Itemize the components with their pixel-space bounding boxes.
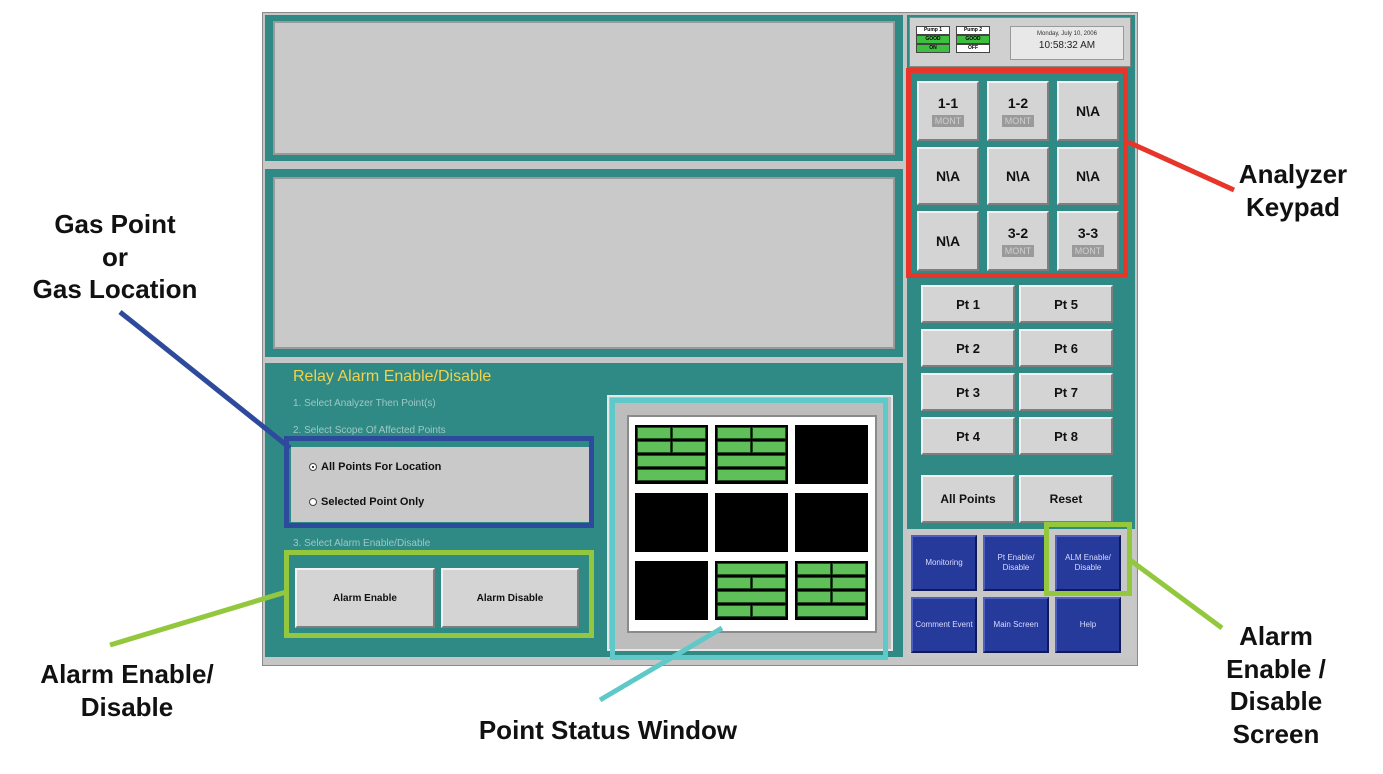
help-nav-button[interactable]: Help [1055,597,1121,653]
alarm-screen-callout: Alarm Enable / Disable Screen [1206,620,1346,750]
alarm-enable-callout: Alarm Enable/ Disable [12,658,242,723]
time-label: 10:58:32 AM [1038,40,1096,51]
top-panel-display [273,21,895,155]
middle-panel [265,169,903,357]
alarm-screen-callout-text: Alarm Enable / Disable Screen [1226,621,1326,749]
middle-panel-display [273,177,895,349]
date-time-box: Monday, July 10, 2006 10:58:32 AM [1010,26,1124,60]
point-status-callout: Point Status Window [438,714,778,747]
point-5-button[interactable]: Pt 5 [1019,285,1113,323]
date-label: Monday, July 10, 2006 [1037,31,1097,37]
pump-1-power: ON [916,44,950,53]
point-6-button[interactable]: Pt 6 [1019,329,1113,367]
point-3-button[interactable]: Pt 3 [921,373,1015,411]
gas-location-outline [284,436,594,528]
pt-enable-nav-button[interactable]: Pt Enable/ Disable [983,535,1049,591]
step-3: 3. Select Alarm Enable/Disable [293,538,431,549]
pump-2-power: OFF [956,44,990,53]
alm-screen-callout-line [1128,557,1224,631]
point-1-button[interactable]: Pt 1 [921,285,1015,323]
point-8-button[interactable]: Pt 8 [1019,417,1113,455]
analyzer-keypad-outline [906,68,1128,278]
top-panel [265,15,903,161]
step-2: 2. Select Scope Of Affected Points [293,425,446,436]
point-status-outline [610,398,888,660]
alarm-callout-line [109,589,287,648]
pump-1-status: Pump 1 GOOD ON [916,26,950,60]
pump-2-state: GOOD [956,35,990,44]
alarm-buttons-outline [284,550,594,638]
status-header: Pump 1 GOOD ON Pump 2 GOOD OFF Monday, J… [909,17,1131,67]
relay-title: Relay Alarm Enable/Disable [293,368,492,385]
alarm-enable-callout-text: Alarm Enable/ Disable [40,659,214,722]
all-points-button[interactable]: All Points [921,475,1015,523]
point-7-button[interactable]: Pt 7 [1019,373,1113,411]
pump-2-status: Pump 2 GOOD OFF [956,26,990,60]
alm-screen-outline [1044,522,1132,596]
analyzer-callout-line [1126,139,1236,193]
point-status-callout-text: Point Status Window [478,715,738,745]
comment-event-nav-button[interactable]: Comment Event [911,597,977,653]
analyzer-keypad-callout: Analyzer Keypad [1228,158,1358,223]
pump-1-label: Pump 1 [916,26,950,35]
monitoring-nav-button[interactable]: Monitoring [911,535,977,591]
main-screen-nav-button[interactable]: Main Screen [983,597,1049,653]
point-2-button[interactable]: Pt 2 [921,329,1015,367]
point-4-button[interactable]: Pt 4 [921,417,1015,455]
analyzer-callout-text: Analyzer Keypad [1238,159,1348,222]
pump-1-state: GOOD [916,35,950,44]
gas-point-callout: Gas Point or Gas Location [0,208,230,306]
gas-point-callout-text: Gas Point or Gas Location [32,209,198,304]
pump-2-label: Pump 2 [956,26,990,35]
step-1: 1. Select Analyzer Then Point(s) [293,398,436,409]
reset-button[interactable]: Reset [1019,475,1113,523]
